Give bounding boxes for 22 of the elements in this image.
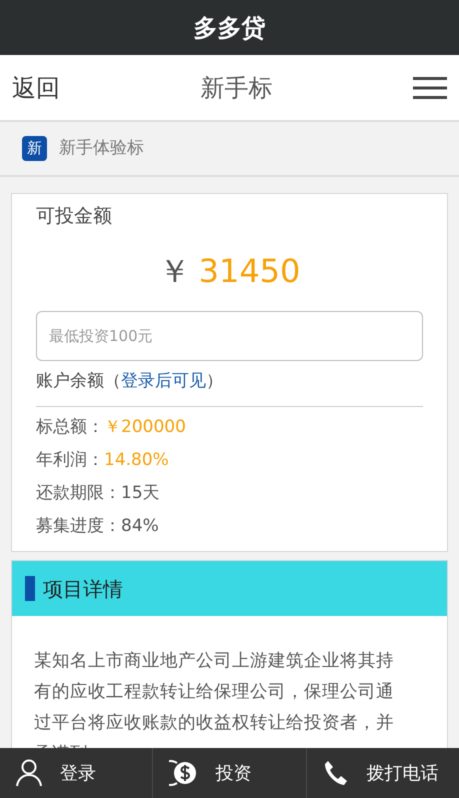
menu-icon[interactable] [413, 76, 447, 100]
tab-button[interactable]: 拨打电话 [306, 748, 459, 798]
phone-icon [322, 759, 349, 787]
detail-text: 募集进度：84% [36, 515, 160, 538]
page-title: 新手标 [200, 72, 272, 104]
dollar-coin-icon [169, 759, 198, 787]
available-amount-label: 可投金额 [36, 204, 113, 229]
account-balance-text: 账户余额（登录后可见） [36, 370, 224, 392]
section-title: 项目详情 [43, 576, 123, 602]
app-title: 多多贷 [194, 12, 266, 44]
login-link[interactable]: 登录后可见 [121, 370, 206, 390]
available-amount: ￥ 31450 [158, 250, 302, 292]
new-badge: 新 [22, 136, 47, 161]
user-icon [16, 759, 42, 787]
tab-button[interactable]: 投资 [152, 748, 306, 798]
amount-input[interactable]: 最低投资100元 [36, 310, 423, 360]
detail-text: 标总额：￥200000 [36, 416, 187, 439]
detail-text: 还款期限：15天 [36, 482, 161, 505]
back-link[interactable]: 返回 [12, 70, 60, 106]
accent-bar-icon [25, 576, 35, 601]
detail-text: 年利润：14.80% [36, 449, 170, 472]
category-label: 新手体验标 [59, 136, 144, 160]
